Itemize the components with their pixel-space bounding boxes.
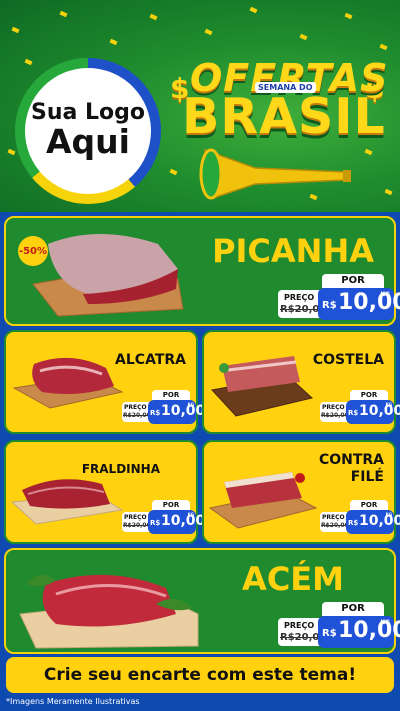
acem-image: [19, 574, 199, 649]
confetti: [7, 148, 16, 156]
product-card-alcatra[interactable]: ALCATRA POR PREÇO R$20,00 R$ 10,00 KG: [4, 330, 205, 434]
logo-text-line1: Sua Logo: [30, 99, 145, 125]
confetti: [344, 12, 353, 20]
por-label: POR: [152, 390, 190, 400]
old-price: R$20,00: [123, 412, 151, 419]
currency: R$: [348, 519, 359, 527]
price-tag: POR PREÇO R$20,00 R$ 10,00 KG: [320, 390, 400, 424]
product-name-line1: CONTRA: [318, 452, 384, 468]
preco-box: PREÇO R$20,00: [278, 290, 326, 318]
product-card-picanha[interactable]: -50% PICANHA POR PREÇO R$20,00 R$ 10,00 …: [4, 216, 400, 326]
confetti: [249, 6, 258, 14]
por-label: POR: [350, 500, 388, 510]
por-label: POR: [322, 274, 384, 288]
product-name: ALCATRA: [115, 352, 186, 368]
price-tag: POR PREÇO R$20,00 R$ 10,00 KG: [122, 500, 205, 534]
cta-text: Crie seu encarte com este tema!: [43, 665, 357, 685]
confetti: [24, 58, 33, 66]
price-value: 10,00: [359, 513, 400, 529]
confetti: [364, 148, 373, 156]
current-price-box: R$ 10,00 KG: [318, 288, 400, 320]
current-price-box: R$ 10,00 KG: [148, 510, 205, 534]
unit: KG: [385, 402, 392, 407]
product-card-costela[interactable]: COSTELA POR PREÇO R$20,00 R$ 10,00 KG: [202, 330, 400, 434]
currency: R$: [322, 628, 337, 639]
product-name: CONTRA FILÉ: [319, 452, 384, 486]
preco-label: PREÇO: [124, 404, 147, 411]
old-price: R$20,00: [321, 522, 349, 529]
price-value: 10,00: [161, 403, 206, 419]
header-banner: Sua Logo Aqui $ $ OFERTAS SEMANA DO BRAS…: [0, 0, 400, 212]
logo-placeholder: Sua Logo Aqui: [15, 58, 161, 204]
unit: KG: [187, 402, 194, 407]
confetti: [149, 13, 158, 21]
confetti: [379, 43, 388, 51]
currency: R$: [348, 409, 359, 417]
por-label: POR: [322, 602, 384, 616]
vuvuzela-icon: [199, 148, 351, 200]
product-name-line2: FILÉ: [350, 469, 384, 485]
confetti: [109, 38, 118, 46]
unit: KG: [380, 291, 390, 298]
preco-label: PREÇO: [322, 404, 345, 411]
confetti: [299, 33, 308, 41]
unit: KG: [380, 619, 390, 626]
preco-label: PREÇO: [124, 514, 147, 521]
unit: KG: [385, 512, 392, 517]
alcatra-image: [12, 357, 124, 409]
old-price: R$20,00: [321, 412, 349, 419]
por-label: POR: [350, 390, 388, 400]
price-value: 10,00: [359, 403, 400, 419]
unit: KG: [187, 512, 194, 517]
currency: R$: [150, 409, 161, 417]
price-tag: POR PREÇO R$20,00 R$ 10,00 KG: [278, 274, 400, 320]
logo-text-line2: Aqui: [46, 121, 130, 161]
confetti: [11, 26, 20, 34]
current-price-box: R$ 10,00 KG: [318, 616, 400, 648]
preco-label: PREÇO: [322, 514, 345, 521]
confetti: [204, 28, 213, 36]
product-card-acem[interactable]: ACÉM POR PREÇO R$20,00 R$ 10,00 KG: [4, 548, 400, 654]
contra-file-image: [208, 472, 318, 529]
price-tag: POR PREÇO R$20,00 R$ 10,00 KG: [320, 500, 400, 534]
product-name: ACÉM: [242, 560, 344, 598]
disclaimer: *Imagens Meramente Ilustrativas: [6, 697, 140, 706]
current-price-box: R$ 10,00 KG: [346, 400, 400, 424]
product-card-contra-file[interactable]: CONTRA FILÉ POR PREÇO R$20,00 R$ 10,00 K…: [202, 440, 400, 544]
title-brasil: BRASIL: [182, 88, 386, 145]
preco-label: PREÇO: [284, 293, 315, 302]
product-name: FRALDINHA: [81, 462, 160, 476]
preco-box: PREÇO R$20,00: [278, 618, 326, 646]
costela-image: [211, 356, 314, 417]
confetti: [169, 168, 178, 176]
confetti: [59, 10, 68, 18]
price-tag: POR PREÇO R$20,00 R$ 10,00 KG: [122, 390, 205, 424]
por-label: POR: [152, 500, 190, 510]
currency: R$: [150, 519, 161, 527]
price-value: 10,00: [161, 513, 206, 529]
preco-label: PREÇO: [284, 621, 315, 630]
price-tag: POR PREÇO R$20,00 R$ 10,00 KG: [278, 602, 400, 648]
product-card-fraldinha[interactable]: FRALDINHA POR PREÇO R$20,00 R$ 10,00 KG: [4, 440, 205, 544]
picanha-image: [32, 234, 184, 317]
product-name: COSTELA: [312, 352, 384, 368]
current-price-box: R$ 10,00 KG: [346, 510, 400, 534]
currency: R$: [322, 300, 337, 311]
current-price-box: R$ 10,00 KG: [148, 400, 205, 424]
confetti: [384, 188, 393, 196]
cta-banner[interactable]: Crie seu encarte com este tema!: [6, 657, 394, 693]
price-value: 10,00: [338, 290, 400, 315]
product-name: PICANHA: [212, 232, 374, 270]
price-value: 10,00: [338, 618, 400, 643]
old-price: R$20,00: [123, 522, 151, 529]
